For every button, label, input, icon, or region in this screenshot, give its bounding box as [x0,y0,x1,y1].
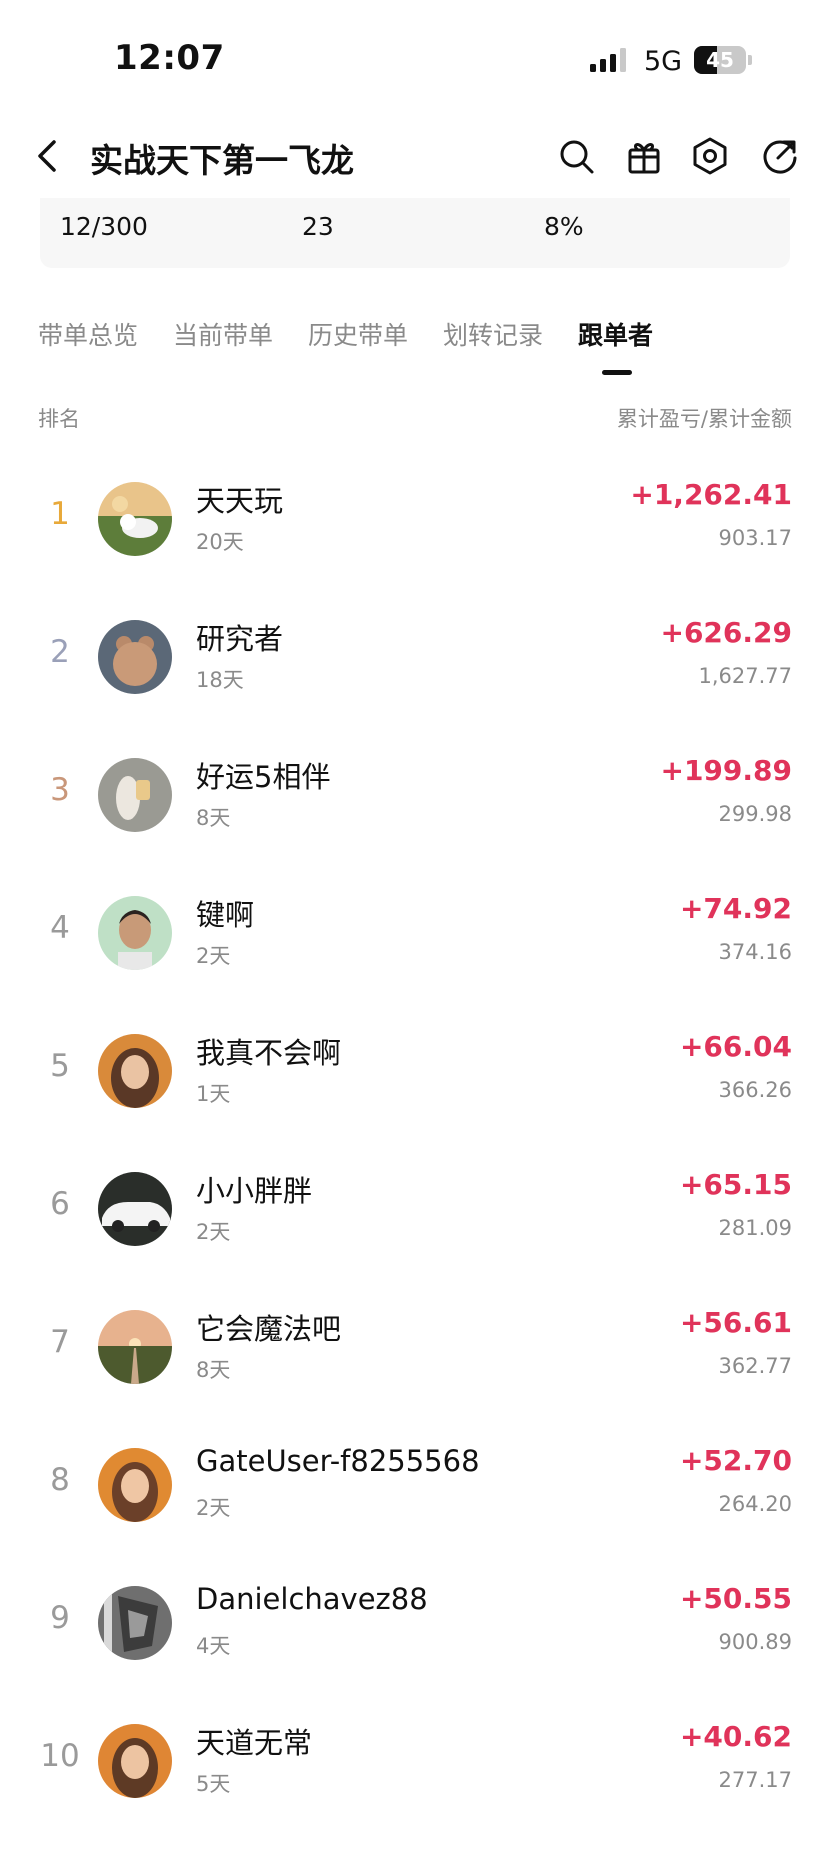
cumulative-pnl: +626.29 [660,616,792,649]
cumulative-amount: 277.17 [718,1768,792,1792]
rank-number: 5 [50,1048,70,1084]
column-header-pnl: 累计盈亏/累计金额 [616,407,792,431]
follower-name: 我真不会啊 [196,1036,342,1070]
follower-name: 天道无常 [196,1726,313,1760]
back-icon[interactable] [30,136,66,176]
tab-history[interactable]: 历史带单 [308,316,408,352]
rank-number: 7 [50,1324,70,1360]
tab-active-indicator [602,370,632,375]
list-item[interactable]: 6 小小胖胖 2天 +65.15 281.09 [0,1160,828,1298]
stat-label-cut [60,188,150,196]
avatar[interactable] [98,620,172,694]
cumulative-amount: 362.77 [718,1354,792,1378]
follower-name: 键啊 [196,898,255,932]
cumulative-pnl: +65.15 [679,1168,792,1201]
list-item[interactable]: 8 GateUser-f8255568 2天 +52.70 264.20 [0,1436,828,1574]
rank-number: 10 [40,1738,80,1774]
rank-number: 8 [50,1462,70,1498]
rank-number: 2 [50,634,70,670]
gift-icon[interactable] [624,136,664,176]
cumulative-pnl: +74.92 [679,892,792,925]
follow-days: 4天 [196,1634,231,1658]
search-icon[interactable] [556,136,596,176]
stats-card: 12/300 23 8% [40,198,790,268]
tab-current[interactable]: 当前带单 [173,316,273,352]
column-header-rank: 排名 [38,407,80,431]
list-item[interactable]: 10 天道无常 5天 +40.62 277.17 [0,1712,828,1850]
follow-days: 8天 [196,806,231,830]
follower-name: GateUser-f8255568 [196,1444,480,1478]
avatar[interactable] [98,758,172,832]
signal-icon [590,48,626,72]
avatar[interactable] [98,1448,172,1522]
list-item[interactable]: 4 键啊 2天 +74.92 374.16 [0,884,828,1022]
stat-value-days: 23 [302,212,334,241]
avatar[interactable] [98,1310,172,1384]
cumulative-pnl: +66.04 [679,1030,792,1063]
battery-icon: 45 [694,46,746,74]
stat-value-followers: 12/300 [60,212,148,241]
follow-days: 20天 [196,530,244,554]
cumulative-amount: 374.16 [718,940,792,964]
status-time: 12:07 [114,38,225,78]
rank-number: 1 [50,496,70,532]
page-title: 实战天下第一飞龙 [90,141,354,180]
battery-cap [748,55,752,65]
avatar[interactable] [98,1172,172,1246]
cumulative-pnl: +1,262.41 [630,478,792,511]
follow-days: 5天 [196,1772,231,1796]
follow-days: 2天 [196,944,231,968]
share-icon[interactable] [760,136,800,176]
rank-number: 9 [50,1600,70,1636]
avatar[interactable] [98,896,172,970]
cumulative-amount: 900.89 [718,1630,792,1654]
rank-number: 4 [50,910,70,946]
status-bar: 12:07 5G 45 [0,0,828,110]
tab-transfers[interactable]: 划转记录 [443,316,543,352]
list-item[interactable]: 3 好运5相伴 8天 +199.89 299.98 [0,746,828,884]
cumulative-pnl: +52.70 [679,1444,792,1477]
follower-name: Danielchavez88 [196,1582,428,1616]
stat-value-ratio: 8% [544,212,584,241]
cumulative-pnl: +56.61 [679,1306,792,1339]
follow-days: 2天 [196,1496,231,1520]
cumulative-amount: 281.09 [718,1216,792,1240]
rank-number: 3 [50,772,70,808]
avatar[interactable] [98,1586,172,1660]
cumulative-pnl: +199.89 [660,754,792,787]
follower-name: 小小胖胖 [196,1174,313,1208]
page-header: 实战天下第一飞龙 [0,118,828,198]
cumulative-amount: 1,627.77 [698,664,792,688]
cumulative-pnl: +50.55 [679,1582,792,1615]
network-label: 5G [644,46,683,77]
follower-name: 天天玩 [196,484,284,518]
tab-bar: 带单总览 当前带单 历史带单 划转记录 跟单者 [0,316,828,376]
follower-name: 它会魔法吧 [196,1312,342,1346]
list-item[interactable]: 2 研究者 18天 +626.29 1,627.77 [0,608,828,746]
settings-icon[interactable] [690,136,730,176]
follow-days: 1天 [196,1082,231,1106]
avatar[interactable] [98,482,172,556]
follow-days: 2天 [196,1220,231,1244]
list-item[interactable]: 7 它会魔法吧 8天 +56.61 362.77 [0,1298,828,1436]
cumulative-amount: 264.20 [718,1492,792,1516]
rank-number: 6 [50,1186,70,1222]
follower-name: 研究者 [196,622,284,656]
list-item[interactable]: 1 天天玩 20天 +1,262.41 903.17 [0,470,828,608]
follower-name: 好运5相伴 [196,760,331,794]
cumulative-pnl: +40.62 [679,1720,792,1753]
follow-days: 18天 [196,668,244,692]
tab-followers[interactable]: 跟单者 [578,316,653,352]
avatar[interactable] [98,1034,172,1108]
list-item[interactable]: 5 我真不会啊 1天 +66.04 366.26 [0,1022,828,1160]
follow-days: 8天 [196,1358,231,1382]
tab-overview[interactable]: 带单总览 [38,316,138,352]
cumulative-amount: 903.17 [718,526,792,550]
cumulative-amount: 366.26 [718,1078,792,1102]
avatar[interactable] [98,1724,172,1798]
cumulative-amount: 299.98 [718,802,792,826]
battery-level: 45 [706,48,734,72]
list-item[interactable]: 9 Danielchavez88 4天 +50.55 900.89 [0,1574,828,1712]
